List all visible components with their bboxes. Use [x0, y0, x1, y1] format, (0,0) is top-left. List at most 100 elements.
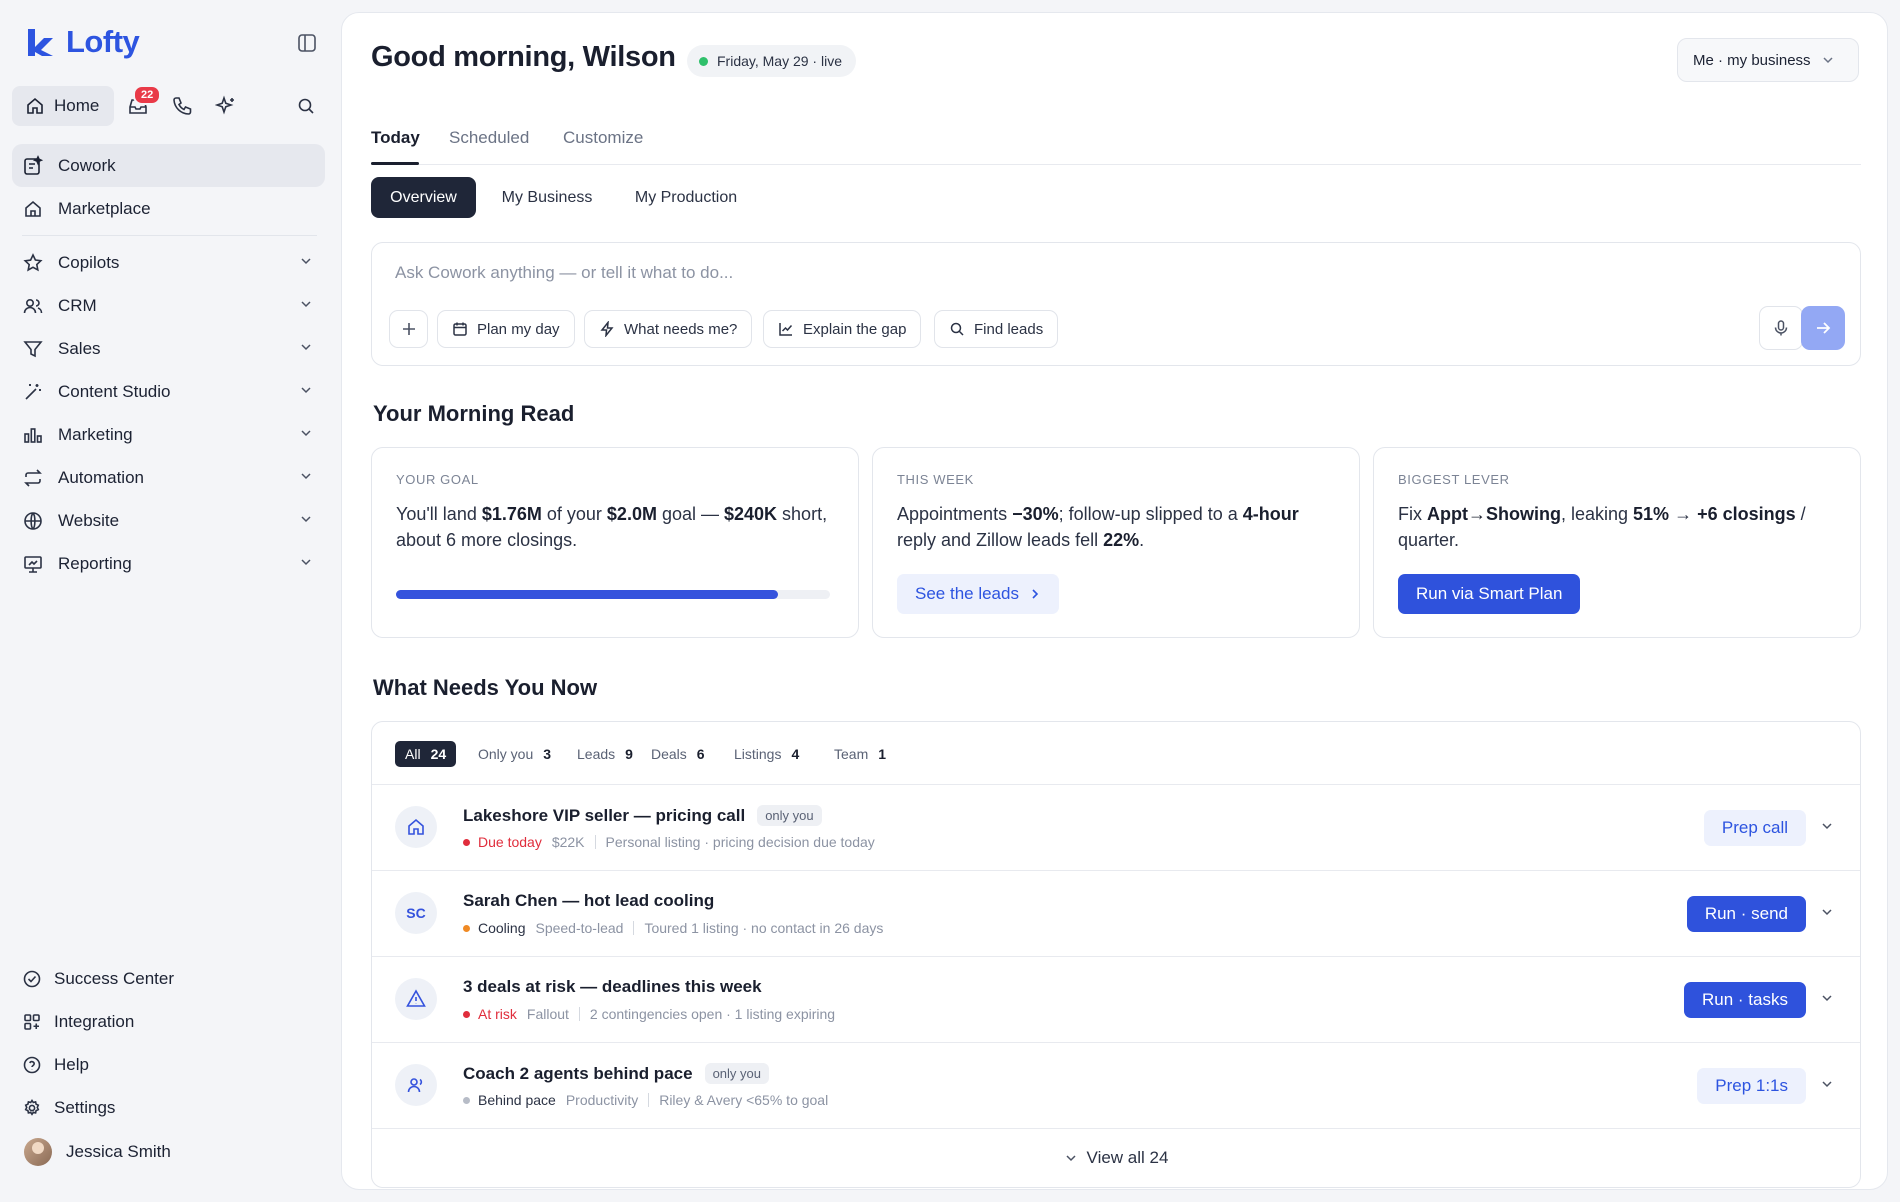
microphone-icon [1772, 319, 1790, 337]
filter-leads[interactable]: Leads 9 [567, 741, 643, 767]
sidebar-item-cowork[interactable]: Cowork [12, 144, 325, 187]
add-attachment-button[interactable] [389, 310, 428, 348]
chip-explain-the-gap[interactable]: Explain the gap [763, 310, 922, 348]
sidebar-item-content-studio[interactable]: Content Studio [12, 370, 325, 413]
send-button[interactable] [1801, 306, 1845, 350]
sidebar-item-integration[interactable]: Integration [12, 1000, 325, 1043]
chip-plan-my-day[interactable]: Plan my day [437, 310, 575, 348]
view-all-button[interactable]: View all 24 [372, 1129, 1860, 1187]
sidebar-item-settings[interactable]: Settings [12, 1086, 325, 1129]
run-smart-plan-button[interactable]: Run via Smart Plan [1398, 574, 1581, 614]
table-row[interactable]: 3 deals at risk — deadlines this week At… [372, 957, 1860, 1043]
chevron-down-icon[interactable] [1820, 991, 1834, 1005]
filter-team[interactable]: Team 1 [824, 741, 896, 767]
tab-today[interactable]: Today [371, 128, 420, 148]
status-badge: At risk [463, 1006, 517, 1022]
arrow-right-icon [1814, 319, 1832, 337]
sidebar-toggle-icon[interactable] [294, 30, 320, 56]
table-row[interactable]: Lakeshore VIP seller — pricing call only… [372, 785, 1860, 871]
chevron-down-icon[interactable] [1820, 819, 1834, 833]
filter-deals[interactable]: Deals 6 [641, 741, 715, 767]
ask-input[interactable]: Ask Cowork anything — or tell it what to… [395, 263, 733, 283]
sidebar-item-label: Help [54, 1054, 89, 1074]
sidebar-item-help[interactable]: Help [12, 1043, 325, 1086]
chevron-down-icon [299, 426, 313, 440]
sidebar-item-marketplace[interactable]: Marketplace [12, 187, 325, 230]
plus-icon [401, 321, 417, 337]
active-tab-indicator [371, 162, 419, 165]
home-icon [27, 97, 43, 114]
run-tasks-button[interactable]: Run · tasks [1684, 982, 1806, 1018]
nav-divider [22, 235, 317, 236]
sidebar-item-copilots[interactable]: Copilots [12, 241, 325, 284]
grid-plus-icon [22, 1012, 42, 1032]
needs-filter-bar: All 24 Only you 3 Leads 9 Deals 6 Listings 4 Team 1 [372, 722, 1860, 785]
segment-my-production[interactable]: My Production [619, 177, 753, 218]
filter-label: Listings [734, 746, 782, 762]
chip-find-leads[interactable]: Find leads [934, 310, 1059, 348]
warning-icon [395, 978, 437, 1020]
sidebar-item-marketing[interactable]: Marketing [12, 413, 325, 456]
lever-summary: Fix Appt→Showing, leaking 51% → +6 closi… [1398, 504, 1806, 550]
filter-only-you[interactable]: Only you 3 [468, 741, 561, 767]
row-detail: Personal listing · pricing decision due … [605, 834, 875, 850]
row-meta: Behind pace Productivity Riley & Avery <… [463, 1092, 828, 1108]
sidebar-item-label: Content Studio [58, 381, 171, 401]
chevron-down-icon[interactable] [1820, 1077, 1834, 1091]
status-text: Due today [478, 834, 542, 850]
phone-icon[interactable] [170, 94, 194, 118]
sidebar-item-label: Copilots [58, 252, 120, 272]
scope-select-value: Me · my business [1693, 51, 1811, 69]
goal-summary: You'll land $1.76M of your $2.0M goal — … [396, 504, 828, 550]
brand-logo[interactable]: Lofty [24, 24, 140, 60]
chevron-down-icon [299, 254, 313, 268]
sidebar-item-label: CRM [58, 295, 97, 315]
table-row[interactable]: SC Sarah Chen — hot lead cooling Cooling… [372, 871, 1860, 957]
mic-button[interactable] [1759, 306, 1803, 350]
search-icon[interactable] [294, 94, 318, 118]
tab-customize[interactable]: Customize [563, 128, 643, 148]
sidebar-item-sales[interactable]: Sales [12, 327, 325, 370]
filter-count: 1 [878, 746, 887, 762]
sidebar-item-reporting[interactable]: Reporting [12, 542, 325, 585]
see-leads-button[interactable]: See the leads [897, 574, 1059, 614]
week-card: THIS WEEK Appointments −30%; follow-up s… [872, 447, 1360, 638]
bolt-icon [599, 321, 615, 337]
main-panel: Good morning, Wilson Friday, May 29 · li… [341, 12, 1888, 1190]
table-row[interactable]: Coach 2 agents behind pace only you Behi… [372, 1043, 1860, 1129]
scope-select[interactable]: Me · my business [1677, 38, 1859, 82]
row-title-text: Lakeshore VIP seller — pricing call [463, 805, 746, 825]
sidebar-item-website[interactable]: Website [12, 499, 325, 542]
segment-overview[interactable]: Overview [371, 177, 476, 218]
filter-label: Deals [651, 746, 687, 762]
row-title-text: Coach 2 agents behind pace [463, 1063, 693, 1083]
segment-my-business[interactable]: My Business [487, 177, 607, 218]
tab-scheduled[interactable]: Scheduled [449, 128, 529, 148]
sidebar-item-crm[interactable]: CRM [12, 284, 325, 327]
goal-card: YOUR GOAL You'll land $1.76M of your $2.… [371, 447, 859, 638]
sparkle-icon[interactable] [214, 94, 238, 118]
coach-icon [395, 1064, 437, 1106]
goal-progress-bar [396, 590, 830, 599]
ask-box: Ask Cowork anything — or tell it what to… [371, 242, 1861, 366]
sidebar-item-success-center[interactable]: Success Center [12, 957, 325, 1000]
top-nav: Home 22 [12, 85, 330, 126]
filter-all[interactable]: All 24 [395, 741, 457, 767]
prep-call-button[interactable]: Prep call [1703, 810, 1806, 846]
run-send-button[interactable]: Run · send [1686, 896, 1806, 932]
user-profile[interactable]: Jessica Smith [24, 1138, 171, 1166]
needs-list: All 24 Only you 3 Leads 9 Deals 6 Listings 4 Team 1… [371, 721, 1861, 1188]
primary-nav: Cowork Marketplace Copilots CRM Sales Co… [12, 144, 325, 585]
chevron-down-icon[interactable] [1820, 905, 1834, 919]
home-icon [395, 806, 437, 848]
status-dot [463, 838, 470, 846]
chip-label: Find leads [974, 320, 1044, 338]
home-button[interactable]: Home [12, 86, 114, 126]
only-you-tag: only you [704, 1063, 769, 1084]
chip-what-needs-me[interactable]: What needs me? [584, 310, 753, 348]
sidebar-item-automation[interactable]: Automation [12, 456, 325, 499]
meta-divider [578, 1007, 580, 1021]
chevron-down-icon [299, 512, 313, 526]
prep-1-1s-button[interactable]: Prep 1:1s [1697, 1068, 1806, 1104]
filter-listings[interactable]: Listings 4 [724, 741, 809, 767]
